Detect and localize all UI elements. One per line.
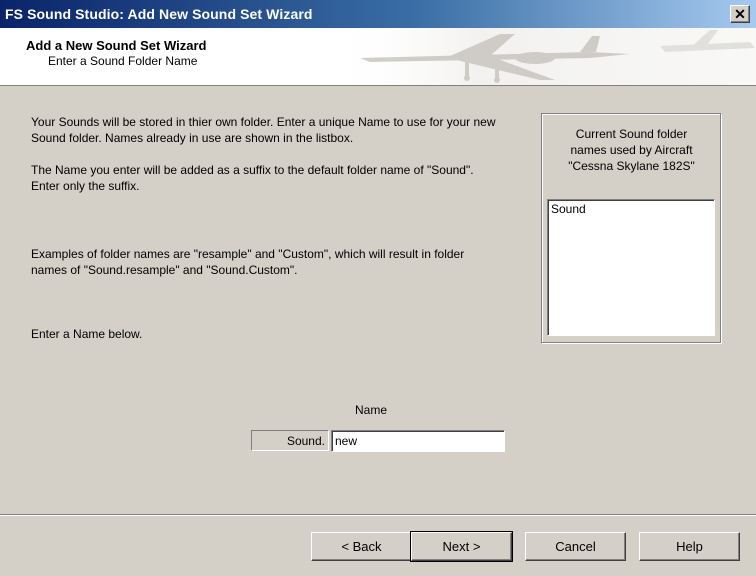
- folder-names-label-line-3: "Cessna Skylane 182S": [568, 159, 695, 173]
- footer-separator: [0, 514, 756, 516]
- help-button[interactable]: Help: [639, 532, 740, 561]
- folder-names-label: Current Sound folder names used by Aircr…: [542, 126, 721, 174]
- window-title: FS Sound Studio: Add New Sound Set Wizar…: [5, 6, 313, 22]
- back-button[interactable]: < Back: [311, 532, 412, 561]
- next-button[interactable]: Next >: [410, 531, 513, 562]
- folder-names-listbox[interactable]: Sound: [547, 199, 715, 336]
- close-icon: ✕: [734, 6, 746, 22]
- instructions-paragraph-2: The Name you enter will be added as a su…: [31, 163, 474, 193]
- aircraft-watermark-icon: [330, 28, 756, 85]
- close-button[interactable]: ✕: [730, 5, 750, 23]
- folder-suffix-input[interactable]: [331, 430, 505, 452]
- instructions-paragraph-3: Examples of folder names are "resample" …: [31, 247, 465, 277]
- folder-names-label-line-1: Current Sound folder: [575, 127, 688, 141]
- header-subtitle: Enter a Sound Folder Name: [48, 54, 198, 68]
- instructions-paragraph-1: Your Sounds will be stored in thier own …: [31, 115, 496, 145]
- wizard-header: Add a New Sound Set Wizard Enter a Sound…: [0, 28, 756, 86]
- name-label: Name: [355, 403, 388, 417]
- instructions-paragraph-4: Enter a Name below.: [31, 327, 143, 341]
- list-item[interactable]: Sound: [548, 200, 714, 218]
- cancel-button[interactable]: Cancel: [525, 532, 626, 561]
- folder-prefix-field: Sound.: [251, 430, 329, 451]
- wizard-window: FS Sound Studio: Add New Sound Set Wizar…: [0, 0, 756, 576]
- title-bar[interactable]: FS Sound Studio: Add New Sound Set Wizar…: [0, 0, 756, 28]
- header-title: Add a New Sound Set Wizard: [26, 38, 207, 53]
- folder-names-label-line-2: names used by Aircraft: [570, 143, 693, 157]
